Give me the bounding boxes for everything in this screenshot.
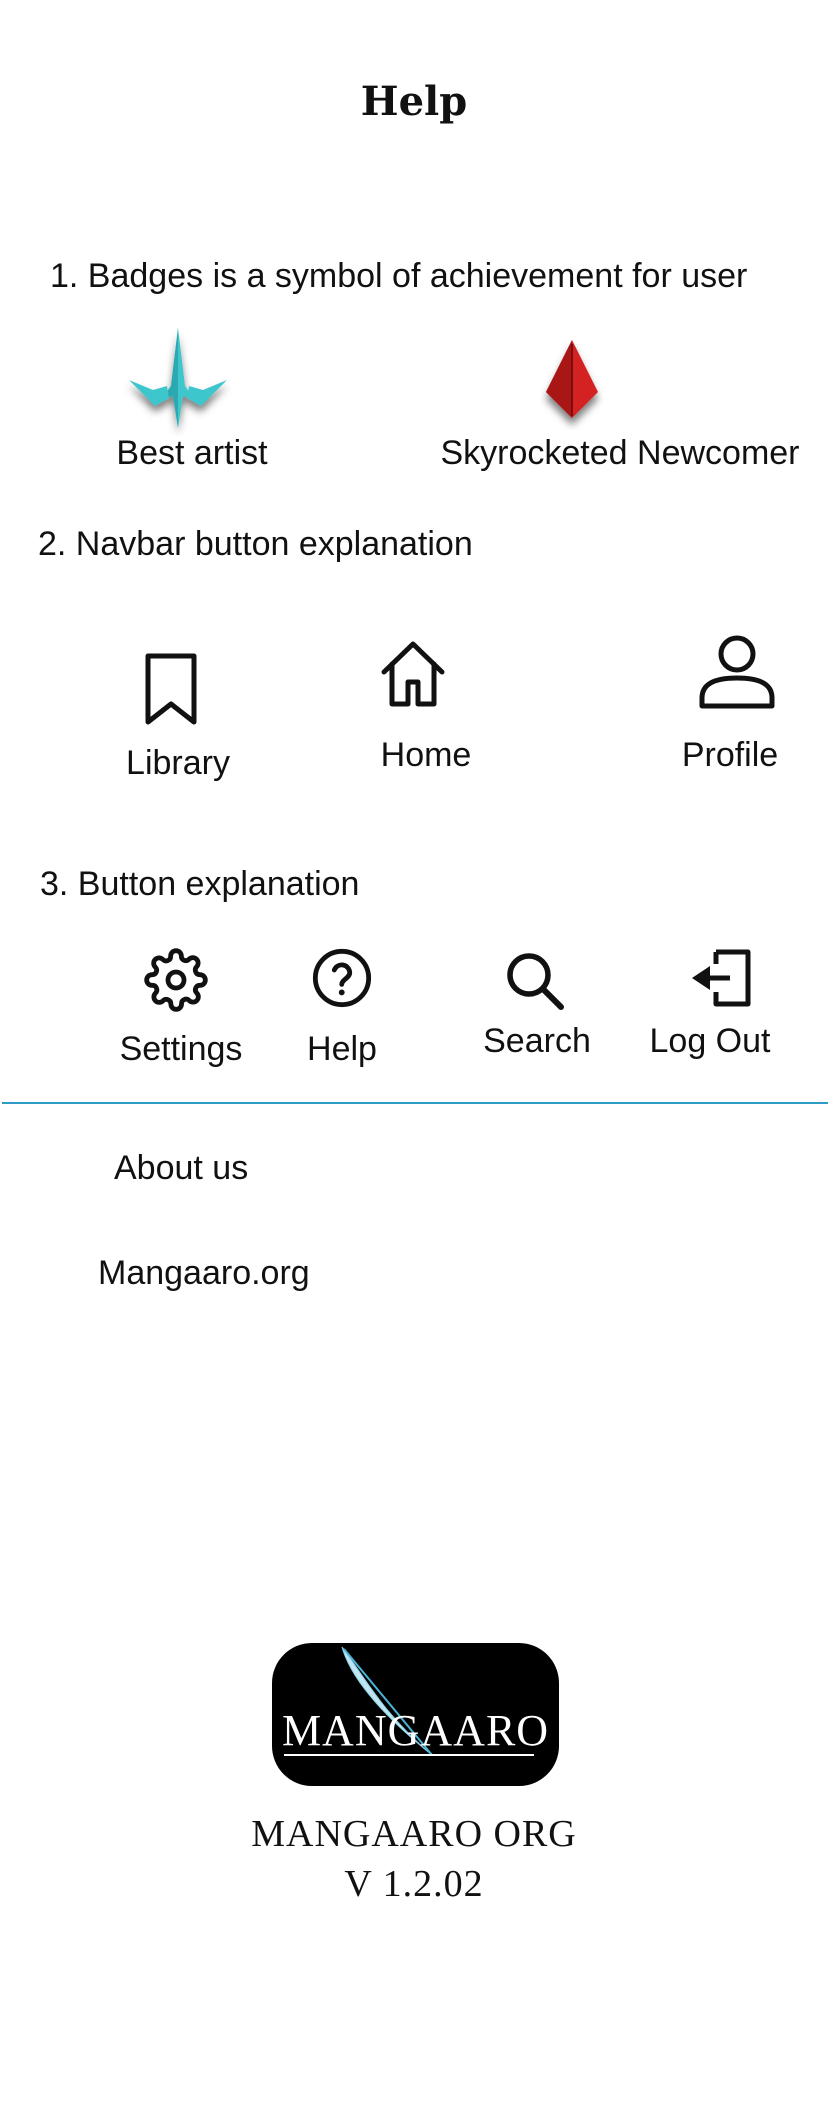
logout-icon — [690, 948, 754, 1008]
navbar-heading: 2. Navbar button explanation — [38, 525, 473, 563]
app-version: V 1.2.02 — [344, 1863, 484, 1905]
navbar-label-library: Library — [126, 744, 230, 782]
navbar-label-home: Home — [380, 736, 472, 774]
question-circle-icon — [310, 946, 374, 1010]
user-icon — [698, 634, 776, 710]
button-label-search: Search — [483, 1022, 591, 1060]
gear-icon — [144, 948, 208, 1012]
button-label-settings: Settings — [119, 1030, 243, 1068]
logo-text: MANGAARO — [281, 1706, 550, 1755]
page-title: Help — [360, 78, 468, 125]
mangaaro-org-link[interactable]: Mangaaro.org — [98, 1254, 310, 1293]
search-icon — [504, 950, 566, 1012]
divider — [2, 1102, 828, 1104]
badge-label-best-artist: Best artist — [116, 434, 268, 472]
home-icon — [380, 640, 446, 708]
navbar-label-profile: Profile — [681, 736, 779, 774]
teal-spire-badge-icon — [123, 328, 233, 436]
about-us-link[interactable]: About us — [114, 1149, 248, 1188]
badges-heading: 1. Badges is a symbol of achievement for… — [50, 257, 748, 295]
buttons-heading: 3. Button explanation — [40, 865, 360, 903]
button-label-help: Help — [307, 1030, 377, 1068]
bookmark-icon — [142, 652, 200, 728]
badge-label-skyrocketed-newcomer: Skyrocketed Newcomer — [440, 434, 800, 472]
button-label-log-out: Log Out — [649, 1022, 771, 1060]
org-name: MANGAARO ORG — [251, 1813, 577, 1855]
red-crystal-badge-icon — [540, 340, 604, 430]
mangaaro-logo: MANGAARO — [272, 1643, 559, 1786]
